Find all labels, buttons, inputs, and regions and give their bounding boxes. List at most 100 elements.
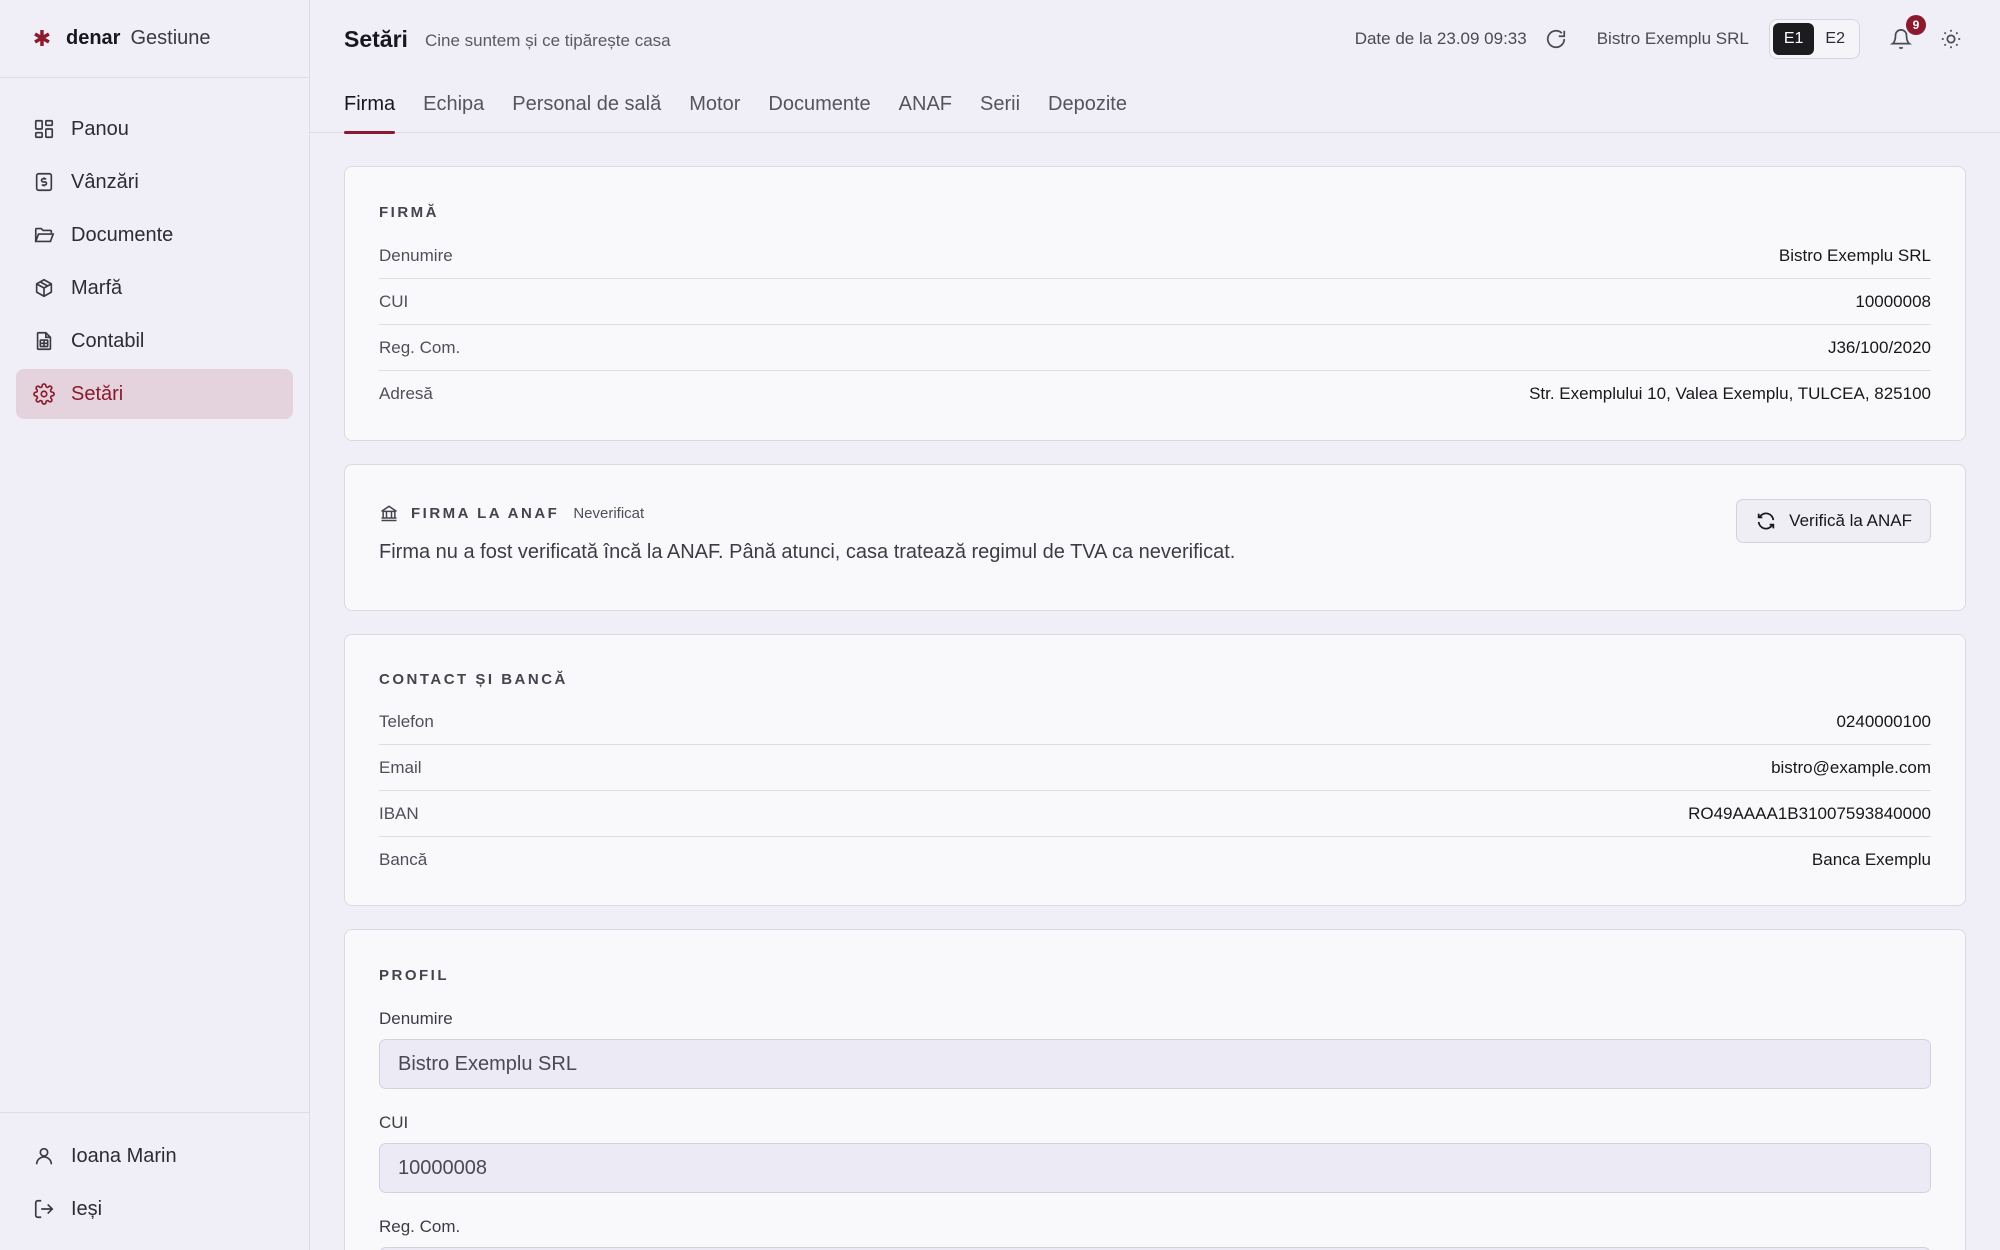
firma-row-denumire: Denumire Bistro Exemplu SRL xyxy=(379,233,1931,279)
notifications-button[interactable]: 9 xyxy=(1890,15,1926,50)
theme-toggle-button[interactable] xyxy=(1940,28,1962,50)
cui-field[interactable] xyxy=(379,1143,1931,1193)
sidebar-item-panou[interactable]: Panou xyxy=(16,104,293,154)
row-label: Bancă xyxy=(379,850,428,869)
user-name: Ioana Marin xyxy=(71,1144,177,1167)
package-icon xyxy=(35,278,53,298)
field-label-reg-com: Reg. Com. xyxy=(379,1217,461,1236)
anaf-status-badge: Neverificat xyxy=(573,504,645,522)
row-label: Adresă xyxy=(379,384,433,403)
anaf-card-title: Firma la ANAF xyxy=(411,504,560,522)
contact-card-title: Contact și bancă xyxy=(379,671,568,688)
env-e2-button[interactable]: E2 xyxy=(1814,23,1856,55)
settings-tabs: Firma Echipa Personal de sală Motor Docu… xyxy=(310,78,2000,134)
anaf-card-header: Firma la ANAF Neverificat xyxy=(379,503,1931,523)
field-label-cui: CUI xyxy=(379,1113,409,1132)
sidebar-item-vanzari[interactable]: Vânzări xyxy=(16,157,293,207)
field-label-denumire: Denumire xyxy=(379,1009,453,1028)
logout-item[interactable]: Ieși xyxy=(16,1184,293,1234)
firma-row-adresa: Adresă Str. Exemplului 10, Valea Exemplu… xyxy=(379,371,1931,417)
row-label: Email xyxy=(379,757,422,777)
tab-firma[interactable]: Firma xyxy=(344,78,396,134)
tab-personal-de-sala[interactable]: Personal de sală xyxy=(512,78,661,133)
row-value: Bistro Exemplu SRL xyxy=(1778,245,1931,265)
environment-toggle: E1 E2 xyxy=(1768,19,1860,59)
anaf-card: Firma la ANAF Neverificat Firma nu a fos… xyxy=(344,464,1966,611)
firma-row-reg-com: Reg. Com. J36/100/2020 xyxy=(379,325,1931,371)
tab-depozite[interactable]: Depozite xyxy=(1048,78,1127,133)
page-title: Setări xyxy=(344,25,408,52)
sidebar-item-label: Setări xyxy=(71,382,124,405)
receipt-icon xyxy=(35,172,53,192)
firma-card: Firmă Denumire Bistro Exemplu SRL CUI 10… xyxy=(344,166,1966,441)
user-profile-item[interactable]: Ioana Marin xyxy=(16,1131,293,1181)
sidebar-item-label: Vânzări xyxy=(71,170,139,193)
logout-icon xyxy=(34,1199,54,1219)
logout-label: Ieși xyxy=(71,1197,103,1220)
refresh-icon xyxy=(1546,29,1565,49)
refresh-icon xyxy=(1757,512,1775,530)
row-value: 0240000100 xyxy=(1836,711,1931,731)
row-label: Denumire xyxy=(379,245,453,265)
row-label: CUI xyxy=(379,291,409,311)
tab-echipa[interactable]: Echipa xyxy=(423,78,484,133)
row-value: RO49AAAA1B31007593840000 xyxy=(1688,803,1931,823)
company-name: Bistro Exemplu SRL xyxy=(1596,29,1749,48)
sidebar: ✱ denar Gestiune Panou Vânzări Documente… xyxy=(0,0,310,1250)
ledger-icon xyxy=(36,331,52,351)
row-label: Telefon xyxy=(379,711,434,731)
data-timestamp: Date de la 23.09 09:33 xyxy=(1354,29,1527,48)
sidebar-item-label: Documente xyxy=(71,223,174,246)
brand-product: Gestiune xyxy=(130,27,211,49)
brand[interactable]: ✱ denar Gestiune xyxy=(0,0,309,78)
folder-icon xyxy=(34,227,55,243)
sidebar-footer: Ioana Marin Ieși xyxy=(0,1112,309,1250)
sidebar-item-marfa[interactable]: Marfă xyxy=(16,263,293,313)
tab-serii[interactable]: Serii xyxy=(980,78,1020,133)
row-value: Str. Exemplului 10, Valea Exemplu, TULCE… xyxy=(1529,384,1931,403)
row-value: J36/100/2020 xyxy=(1827,337,1931,357)
tab-motor[interactable]: Motor xyxy=(689,78,740,133)
brand-name: denar xyxy=(66,27,121,49)
dashboard-icon xyxy=(34,119,54,139)
page-header: Setări Cine suntem și ce tipărește casa … xyxy=(310,0,2000,78)
firma-row-cui: CUI 10000008 xyxy=(379,279,1931,325)
refresh-button[interactable] xyxy=(1545,28,1567,50)
row-value: Banca Exemplu xyxy=(1811,850,1931,869)
sidebar-item-label: Marfă xyxy=(71,276,123,299)
sidebar-nav: Panou Vânzări Documente Marfă Contabil S… xyxy=(0,78,309,419)
sun-icon xyxy=(1941,29,1961,49)
env-e1-button[interactable]: E1 xyxy=(1772,23,1815,55)
row-value: 10000008 xyxy=(1855,291,1931,311)
settings-content: Firmă Denumire Bistro Exemplu SRL CUI 10… xyxy=(344,166,1966,1250)
row-label: IBAN xyxy=(379,803,419,823)
brand-logo-icon: ✱ xyxy=(32,25,52,51)
gear-icon xyxy=(33,383,55,405)
denumire-field[interactable] xyxy=(379,1039,1931,1089)
contact-row-email: Email bistro@example.com xyxy=(379,745,1931,791)
sidebar-item-contabil[interactable]: Contabil xyxy=(16,316,293,366)
tab-documente[interactable]: Documente xyxy=(768,78,870,133)
page-subtitle: Cine suntem și ce tipărește casa xyxy=(424,31,671,50)
contact-row-telefon: Telefon 0240000100 xyxy=(379,699,1931,745)
contact-card: Contact și bancă Telefon 0240000100 Emai… xyxy=(344,634,1966,906)
user-icon xyxy=(35,1147,53,1165)
profil-card: Profil Denumire CUI Reg. Com. xyxy=(344,929,1966,1250)
contact-row-banca: Bancă Banca Exemplu xyxy=(379,837,1931,883)
tab-anaf[interactable]: ANAF xyxy=(899,78,952,133)
sidebar-item-label: Contabil xyxy=(71,329,145,352)
contact-row-iban: IBAN RO49AAAA1B31007593840000 xyxy=(379,791,1931,837)
verify-anaf-button[interactable]: Verifică la ANAF xyxy=(1736,499,1931,543)
notification-count-badge: 9 xyxy=(1906,15,1926,35)
sidebar-item-setari[interactable]: Setări xyxy=(16,369,293,419)
firma-card-title: Firmă xyxy=(379,204,439,221)
verify-anaf-label: Verifică la ANAF xyxy=(1789,511,1912,530)
row-value: bistro@example.com xyxy=(1771,757,1931,777)
anaf-message: Firma nu a fost verificată încă la ANAF.… xyxy=(379,541,1236,563)
bank-icon xyxy=(381,505,397,522)
row-label: Reg. Com. xyxy=(379,337,461,357)
sidebar-item-documente[interactable]: Documente xyxy=(16,210,293,260)
profil-card-title: Profil xyxy=(379,967,449,984)
sidebar-item-label: Panou xyxy=(71,117,129,140)
header-actions: Date de la 23.09 09:33 Bistro Exemplu SR… xyxy=(1355,0,1962,78)
